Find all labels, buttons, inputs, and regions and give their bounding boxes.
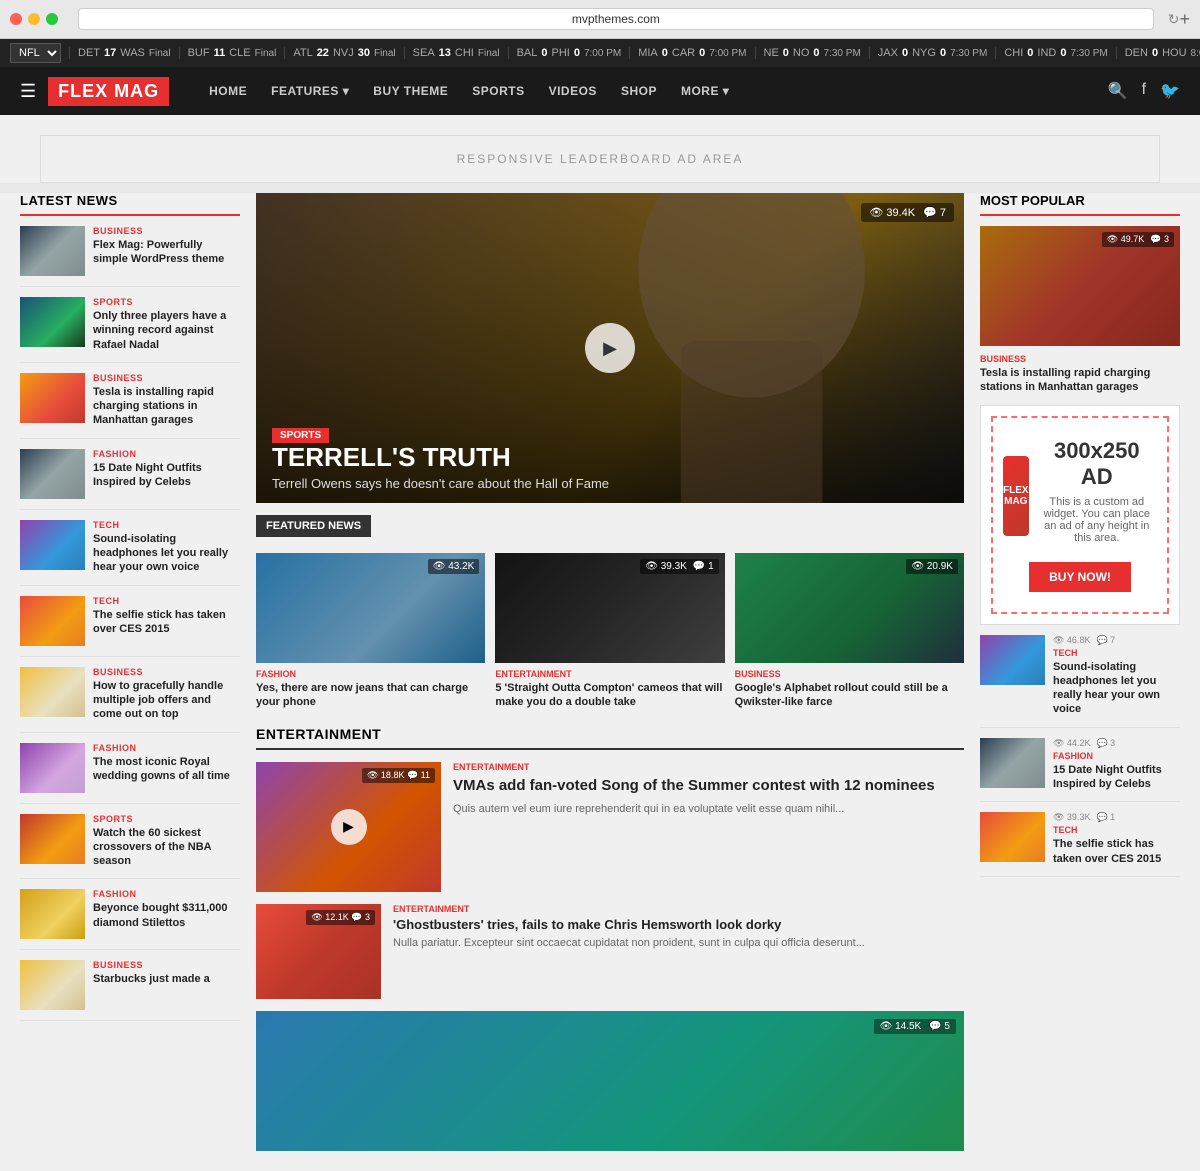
popular-thumbnail: [980, 635, 1045, 685]
bottom-hero-image[interactable]: 👁 14.5K💬 5: [256, 1011, 964, 1151]
popular-list-item[interactable]: 👁 46.8K💬 7 TECH Sound-isolating headphon…: [980, 635, 1180, 728]
sidebar-right: MOST POPULAR 👁 49.7K 💬 3 BUSINESS Tesla …: [980, 193, 1180, 1151]
bottom-hero-stats: 👁 14.5K💬 5: [874, 1019, 956, 1034]
main-layout: LATEST NEWS BUSINESS Flex Mag: Powerfull…: [20, 193, 1180, 1151]
